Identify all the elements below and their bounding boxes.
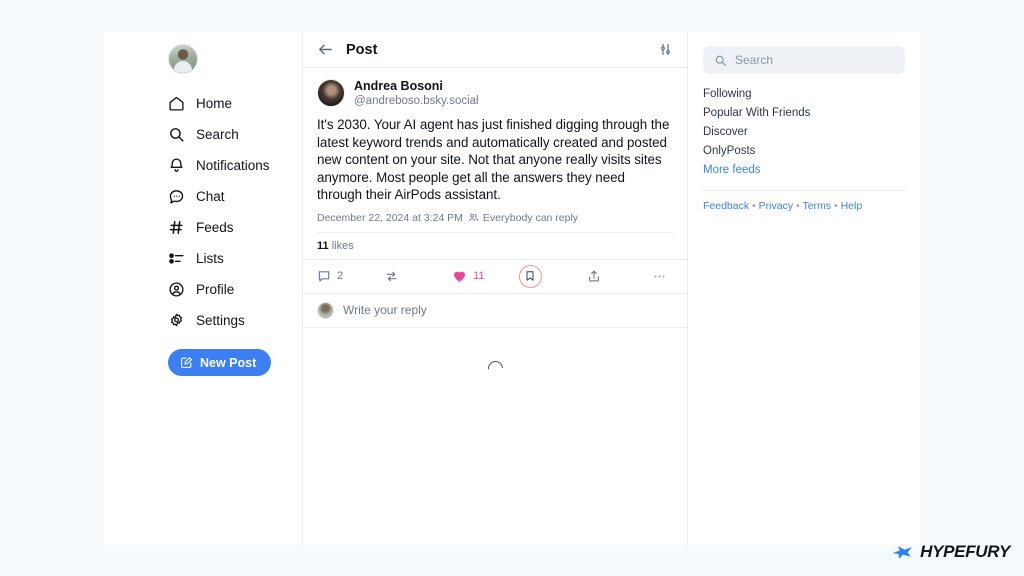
loading-area bbox=[303, 328, 687, 546]
new-post-button[interactable]: New Post bbox=[168, 349, 272, 376]
like-action[interactable]: 11 bbox=[452, 269, 523, 284]
footer-separator: • bbox=[833, 200, 838, 212]
sidebar-divider bbox=[703, 190, 905, 191]
post-metadata: December 22, 2024 at 3:24 PM Everybody c… bbox=[317, 212, 673, 233]
comment-icon bbox=[318, 271, 330, 282]
avatar[interactable] bbox=[168, 44, 198, 74]
hypefury-watermark: HYPEFURY bbox=[891, 542, 1010, 562]
reply-count: 2 bbox=[337, 270, 344, 282]
share-icon bbox=[589, 270, 600, 282]
chat-bubble-icon bbox=[168, 188, 185, 205]
footer-link-feedback[interactable]: Feedback bbox=[703, 200, 749, 212]
post-header: Post bbox=[303, 32, 687, 68]
sidebar-item-label: Lists bbox=[196, 251, 224, 266]
sidebar-item-label: Settings bbox=[196, 313, 245, 328]
sidebar-item-profile[interactable]: Profile bbox=[168, 274, 302, 305]
new-post-label: New Post bbox=[200, 355, 257, 370]
home-icon bbox=[168, 95, 185, 112]
likes-summary[interactable]: 11 likes bbox=[303, 233, 687, 260]
author-handle[interactable]: @andreboso.bsky.social bbox=[354, 94, 479, 109]
bookmark-icon bbox=[526, 271, 534, 281]
sidebar-item-search[interactable]: Search bbox=[168, 119, 302, 150]
sidebar-item-home[interactable]: Home bbox=[168, 88, 302, 119]
sidebar-item-settings[interactable]: Settings bbox=[168, 305, 302, 336]
bell-icon bbox=[168, 157, 185, 174]
feed-list: Following Popular With Friends Discover … bbox=[703, 85, 905, 180]
feed-link-following[interactable]: Following bbox=[703, 85, 905, 104]
sidebar-item-label: Home bbox=[196, 96, 233, 111]
back-arrow-icon[interactable] bbox=[317, 41, 334, 58]
loading-spinner-icon bbox=[484, 357, 506, 379]
share-action[interactable] bbox=[587, 269, 652, 283]
hypefury-bird-icon bbox=[892, 545, 912, 559]
page-title: Post bbox=[346, 41, 378, 58]
bookmark-highlight-ring bbox=[518, 264, 542, 288]
sidebar-item-label: Notifications bbox=[196, 158, 270, 173]
reply-composer[interactable]: Write your reply bbox=[303, 294, 687, 328]
right-sidebar: Search Following Popular With Friends Di… bbox=[688, 32, 920, 545]
repost-icon bbox=[386, 271, 397, 281]
post-content: Andrea Bosoni @andreboso.bsky.social It'… bbox=[303, 68, 687, 233]
compose-icon bbox=[181, 357, 192, 368]
footer-link-privacy[interactable]: Privacy bbox=[759, 200, 793, 212]
bookmark-action[interactable] bbox=[518, 264, 588, 288]
post-text: It's 2030. Your AI agent has just finish… bbox=[317, 117, 670, 202]
left-sidebar: Home Search Notifications Chat Feeds Lis… bbox=[104, 32, 303, 545]
footer-separator: • bbox=[796, 200, 800, 212]
reply-input-placeholder[interactable]: Write your reply bbox=[343, 303, 427, 317]
author-name[interactable]: Andrea Bosoni bbox=[354, 79, 479, 94]
feed-link-onlyposts[interactable]: OnlyPosts bbox=[703, 142, 905, 161]
footer-link-terms[interactable]: Terms bbox=[802, 200, 831, 212]
heart-icon bbox=[454, 271, 466, 282]
ellipsis-icon bbox=[654, 275, 665, 277]
feed-link-more-feeds[interactable]: More feeds bbox=[703, 161, 905, 180]
footer-links: Feedback • Privacy • Terms • Help bbox=[703, 200, 905, 212]
post-column: Post Andrea Bosoni @andreboso.bsky.socia… bbox=[303, 32, 688, 545]
app-card: Home Search Notifications Chat Feeds Lis… bbox=[104, 32, 920, 545]
sidebar-item-notifications[interactable]: Notifications bbox=[168, 150, 302, 181]
post-timestamp: December 22, 2024 at 3:24 PM bbox=[317, 211, 463, 224]
like-count: 11 bbox=[473, 270, 485, 282]
screenshot-root: Home Search Notifications Chat Feeds Lis… bbox=[0, 0, 1024, 576]
repost-action[interactable] bbox=[384, 269, 453, 284]
search-placeholder: Search bbox=[735, 53, 774, 67]
more-action[interactable] bbox=[652, 269, 673, 284]
footer-separator: • bbox=[752, 200, 756, 212]
post-actions: 2 11 bbox=[303, 260, 687, 294]
sidebar-item-label: Chat bbox=[196, 189, 225, 204]
people-icon bbox=[469, 213, 479, 222]
post-author: Andrea Bosoni @andreboso.bsky.social bbox=[317, 79, 673, 109]
sidebar-item-lists[interactable]: Lists bbox=[168, 243, 302, 274]
person-circle-icon bbox=[168, 281, 185, 298]
sidebar-item-label: Search bbox=[196, 127, 239, 142]
likes-label: likes bbox=[331, 239, 354, 252]
reply-avatar bbox=[317, 301, 334, 319]
search-icon bbox=[715, 55, 726, 66]
sliders-icon[interactable] bbox=[658, 42, 673, 57]
reply-action[interactable]: 2 bbox=[317, 269, 384, 283]
feed-link-popular-with-friends[interactable]: Popular With Friends bbox=[703, 104, 905, 123]
gear-icon bbox=[168, 312, 185, 329]
footer-link-help[interactable]: Help bbox=[841, 200, 863, 212]
list-icon bbox=[168, 250, 185, 267]
author-avatar[interactable] bbox=[317, 79, 345, 107]
sidebar-item-feeds[interactable]: Feeds bbox=[168, 212, 302, 243]
reply-scope-label: Everybody can reply bbox=[482, 211, 579, 224]
likes-count: 11 bbox=[317, 239, 329, 252]
feed-link-discover[interactable]: Discover bbox=[703, 123, 905, 142]
sidebar-item-chat[interactable]: Chat bbox=[168, 181, 302, 212]
search-input[interactable]: Search bbox=[703, 46, 905, 74]
sidebar-item-label: Profile bbox=[196, 282, 235, 297]
hashtag-icon bbox=[168, 219, 185, 236]
search-icon bbox=[168, 126, 185, 143]
hypefury-brand-label: HYPEFURY bbox=[920, 542, 1010, 561]
sidebar-item-label: Feeds bbox=[196, 220, 234, 235]
